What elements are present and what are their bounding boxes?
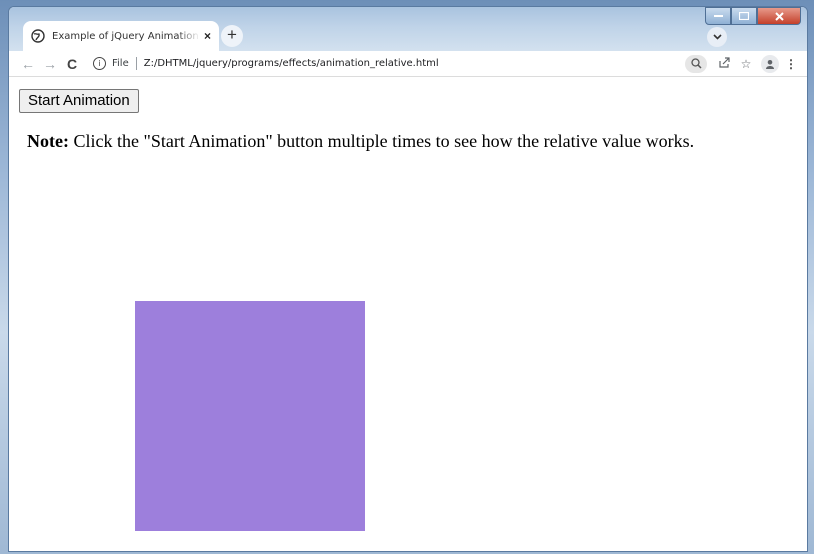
menu-icon[interactable]: ⋮ xyxy=(783,57,799,71)
chevron-down-icon[interactable] xyxy=(707,27,727,47)
profile-icon[interactable] xyxy=(761,54,779,73)
divider xyxy=(135,57,137,70)
info-icon[interactable]: i xyxy=(93,57,106,70)
reload-icon[interactable]: C xyxy=(61,56,83,72)
star-icon[interactable]: ☆ xyxy=(735,57,757,71)
close-icon[interactable]: × xyxy=(204,29,211,43)
toolbar-actions: ☆ ⋮ xyxy=(685,54,799,73)
animated-box xyxy=(135,301,365,531)
window-controls xyxy=(705,7,801,25)
page-content: Start Animation Note: Click the "Start A… xyxy=(9,77,807,551)
browser-tab[interactable]: Example of jQuery Animation with Relativ… xyxy=(23,21,219,51)
tab-title: Example of jQuery Animation with Relativ… xyxy=(52,30,200,42)
zoom-icon[interactable] xyxy=(685,54,707,73)
maximize-icon[interactable] xyxy=(731,7,757,25)
browser-toolbar: ← → C i File Z:/DHTML/jquery/programs/ef… xyxy=(9,51,807,77)
note-label: Note: xyxy=(27,131,69,151)
title-bar: Example of jQuery Animation with Relativ… xyxy=(9,7,807,51)
address-bar[interactable]: i File Z:/DHTML/jquery/programs/effects/… xyxy=(93,51,685,76)
url-scheme: File xyxy=(112,58,129,69)
start-animation-button[interactable]: Start Animation xyxy=(19,89,139,113)
minimize-icon[interactable] xyxy=(705,7,731,25)
note-text: Click the "Start Animation" button multi… xyxy=(68,131,695,151)
url-text[interactable]: Z:/DHTML/jquery/programs/effects/animati… xyxy=(144,58,439,69)
share-icon[interactable] xyxy=(713,56,735,71)
globe-icon xyxy=(31,29,45,43)
window-close-icon[interactable] xyxy=(757,7,801,25)
browser-window: Example of jQuery Animation with Relativ… xyxy=(8,6,808,552)
back-arrow-icon[interactable]: ← xyxy=(17,56,39,72)
plus-icon[interactable]: + xyxy=(221,25,243,47)
note-paragraph: Note: Click the "Start Animation" button… xyxy=(27,131,694,152)
forward-arrow-icon[interactable]: → xyxy=(39,56,61,72)
